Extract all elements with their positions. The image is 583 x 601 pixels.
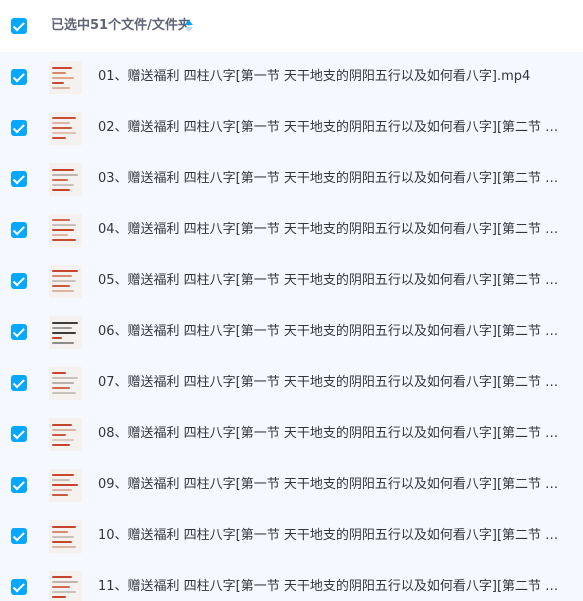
file-row[interactable]: 11、赠送福利 四柱八字[第一节 天干地支的阴阳五行以及如何看八字][第二节 什… bbox=[0, 562, 583, 601]
file-checkbox[interactable] bbox=[11, 171, 27, 187]
file-checkbox[interactable] bbox=[11, 426, 27, 442]
file-row[interactable]: 03、赠送福利 四柱八字[第一节 天干地支的阴阳五行以及如何看八字][第二节 什… bbox=[0, 154, 583, 205]
file-checkbox[interactable] bbox=[11, 477, 27, 493]
file-name[interactable]: 07、赠送福利 四柱八字[第一节 天干地支的阴阳五行以及如何看八字][第二节 什… bbox=[98, 374, 568, 392]
sort-icon[interactable] bbox=[184, 19, 194, 33]
file-row[interactable]: 06、赠送福利 四柱八字[第一节 天干地支的阴阳五行以及如何看八字][第二节 什… bbox=[0, 307, 583, 358]
file-name[interactable]: 05、赠送福利 四柱八字[第一节 天干地支的阴阳五行以及如何看八字][第二节 什… bbox=[98, 272, 568, 290]
video-thumbnail-icon bbox=[49, 571, 82, 601]
file-row[interactable]: 07、赠送福利 四柱八字[第一节 天干地支的阴阳五行以及如何看八字][第二节 什… bbox=[0, 358, 583, 409]
file-checkbox[interactable] bbox=[11, 375, 27, 391]
file-name[interactable]: 03、赠送福利 四柱八字[第一节 天干地支的阴阳五行以及如何看八字][第二节 什… bbox=[98, 170, 568, 188]
file-row[interactable]: 02、赠送福利 四柱八字[第一节 天干地支的阴阳五行以及如何看八字][第二节 什… bbox=[0, 103, 583, 154]
file-name[interactable]: 02、赠送福利 四柱八字[第一节 天干地支的阴阳五行以及如何看八字][第二节 什… bbox=[98, 119, 568, 137]
file-name[interactable]: 10、赠送福利 四柱八字[第一节 天干地支的阴阳五行以及如何看八字][第二节 什… bbox=[98, 527, 568, 545]
selection-count-label: 已选中51个文件/文件夹 bbox=[51, 18, 191, 33]
list-header: 已选中51个文件/文件夹 bbox=[0, 0, 583, 52]
file-checkbox[interactable] bbox=[11, 579, 27, 595]
video-thumbnail-icon bbox=[49, 520, 82, 553]
file-checkbox[interactable] bbox=[11, 324, 27, 340]
file-checkbox[interactable] bbox=[11, 120, 27, 136]
video-thumbnail-icon bbox=[49, 112, 82, 145]
file-name[interactable]: 01、赠送福利 四柱八字[第一节 天干地支的阴阳五行以及如何看八字].mp4 bbox=[98, 68, 568, 86]
file-name[interactable]: 11、赠送福利 四柱八字[第一节 天干地支的阴阳五行以及如何看八字][第二节 什… bbox=[98, 578, 568, 596]
file-name[interactable]: 06、赠送福利 四柱八字[第一节 天干地支的阴阳五行以及如何看八字][第二节 什… bbox=[98, 323, 568, 341]
video-thumbnail-icon bbox=[49, 214, 82, 247]
select-all-checkbox[interactable] bbox=[11, 18, 27, 34]
file-row[interactable]: 09、赠送福利 四柱八字[第一节 天干地支的阴阳五行以及如何看八字][第二节 什… bbox=[0, 460, 583, 511]
file-row[interactable]: 05、赠送福利 四柱八字[第一节 天干地支的阴阳五行以及如何看八字][第二节 什… bbox=[0, 256, 583, 307]
video-thumbnail-icon bbox=[49, 316, 82, 349]
file-row[interactable]: 04、赠送福利 四柱八字[第一节 天干地支的阴阳五行以及如何看八字][第二节 什… bbox=[0, 205, 583, 256]
video-thumbnail-icon bbox=[49, 469, 82, 502]
file-checkbox[interactable] bbox=[11, 222, 27, 238]
file-checkbox[interactable] bbox=[11, 528, 27, 544]
video-thumbnail-icon bbox=[49, 163, 82, 196]
video-thumbnail-icon bbox=[49, 61, 82, 94]
file-checkbox[interactable] bbox=[11, 69, 27, 85]
video-thumbnail-icon bbox=[49, 418, 82, 451]
file-name[interactable]: 08、赠送福利 四柱八字[第一节 天干地支的阴阳五行以及如何看八字][第二节 什… bbox=[98, 425, 568, 443]
file-row[interactable]: 08、赠送福利 四柱八字[第一节 天干地支的阴阳五行以及如何看八字][第二节 什… bbox=[0, 409, 583, 460]
video-thumbnail-icon bbox=[49, 367, 82, 400]
file-name[interactable]: 09、赠送福利 四柱八字[第一节 天干地支的阴阳五行以及如何看八字][第二节 什… bbox=[98, 476, 568, 494]
file-row[interactable]: 01、赠送福利 四柱八字[第一节 天干地支的阴阳五行以及如何看八字].mp4 bbox=[0, 52, 583, 103]
file-list: 01、赠送福利 四柱八字[第一节 天干地支的阴阳五行以及如何看八字].mp4 02… bbox=[0, 52, 583, 601]
video-thumbnail-icon bbox=[49, 265, 82, 298]
file-checkbox[interactable] bbox=[11, 273, 27, 289]
file-name[interactable]: 04、赠送福利 四柱八字[第一节 天干地支的阴阳五行以及如何看八字][第二节 什… bbox=[98, 221, 568, 239]
file-row[interactable]: 10、赠送福利 四柱八字[第一节 天干地支的阴阳五行以及如何看八字][第二节 什… bbox=[0, 511, 583, 562]
